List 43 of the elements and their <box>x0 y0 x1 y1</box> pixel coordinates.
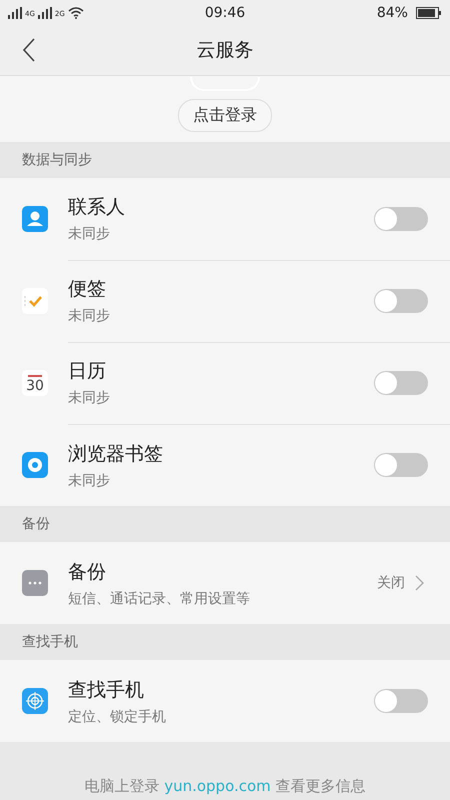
battery-icon <box>416 6 442 18</box>
wifi-icon <box>68 6 84 18</box>
calendar-icon: 30 <box>22 370 48 396</box>
row-subtitle: 未同步 <box>68 389 110 407</box>
row-title: 浏览器书签 <box>68 442 163 466</box>
compass-icon <box>22 452 48 478</box>
row-value: 关闭 <box>377 574 405 592</box>
signal-icon <box>38 6 52 18</box>
login-button[interactable]: 点击登录 <box>178 99 272 132</box>
toggle-switch[interactable] <box>374 288 428 312</box>
clock: 09:46 <box>204 4 246 20</box>
row-title: 日历 <box>68 359 106 384</box>
more-icon <box>22 570 48 596</box>
target-icon <box>22 688 48 714</box>
settings-row[interactable]: 浏览器书签 未同步 <box>0 424 450 506</box>
toggle-switch[interactable] <box>374 206 428 230</box>
row-subtitle: 未同步 <box>68 225 110 243</box>
toggle-switch[interactable] <box>374 689 428 713</box>
row-subtitle: 短信、通话记录、常用设置等 <box>68 590 250 608</box>
section-header: 备份 <box>22 515 50 533</box>
settings-row[interactable]: 备份 短信、通话记录、常用设置等 关闭 <box>0 542 450 624</box>
row-subtitle: 未同步 <box>68 307 110 325</box>
section-header: 查找手机 <box>22 633 78 651</box>
row-title: 联系人 <box>68 195 125 220</box>
row-title: 便签 <box>68 277 106 302</box>
settings-row[interactable]: 查找手机 定位、锁定手机 <box>0 660 450 742</box>
toggle-switch[interactable] <box>374 370 428 394</box>
row-subtitle: 未同步 <box>68 472 110 490</box>
settings-row[interactable]: 联系人 未同步 <box>0 178 450 260</box>
battery-percent: 84% <box>376 4 408 20</box>
settings-row[interactable]: 30 日历 未同步 <box>0 342 450 424</box>
section-header: 数据与同步 <box>22 151 92 169</box>
toggle-switch[interactable] <box>374 453 428 477</box>
signal-icon <box>8 6 22 18</box>
row-title: 备份 <box>68 560 106 584</box>
row-subtitle: 定位、锁定手机 <box>68 708 166 726</box>
settings-row[interactable]: 便签 未同步 <box>0 260 450 342</box>
row-title: 查找手机 <box>68 678 144 702</box>
page-title: 云服务 <box>196 38 254 63</box>
contacts-icon <box>22 206 48 232</box>
footer-text: 电脑上登录 yun.oppo.com 查看更多信息 <box>84 777 366 796</box>
chevron-right-icon <box>415 575 424 591</box>
checkmark-note-icon <box>22 288 48 314</box>
